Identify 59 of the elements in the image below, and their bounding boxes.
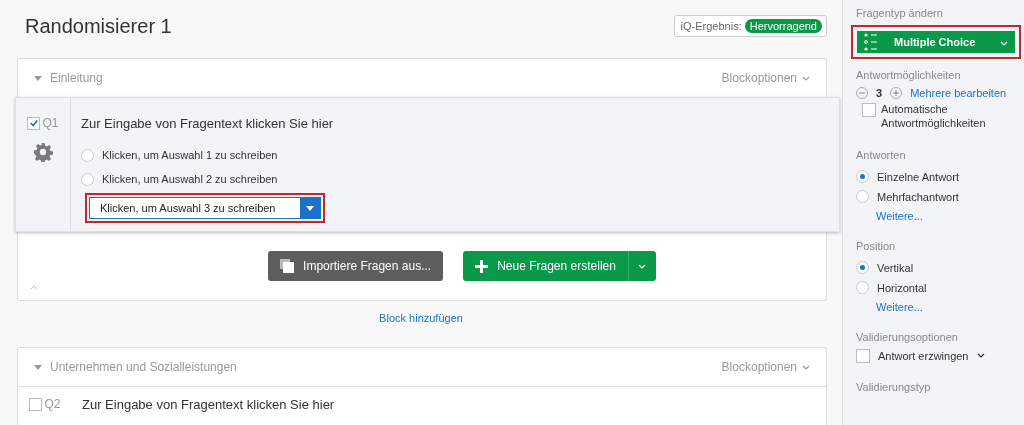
checkbox[interactable] — [856, 348, 870, 363]
section-heading: Position — [856, 239, 897, 252]
question-panel[interactable]: Q2 Zur Eingabe von Fragentext klicken Sie hier — [18, 386, 826, 425]
question-type-dropdown[interactable]: Multiple Choice — [857, 31, 1015, 53]
radio-button[interactable] — [856, 281, 869, 294]
collapse-triangle-icon[interactable] — [34, 75, 42, 81]
choice-count: 3 — [876, 87, 883, 99]
radio-button[interactable] — [856, 261, 869, 274]
section-heading: Antwortmöglichkeiten — [856, 69, 962, 81]
radio-button[interactable] — [856, 170, 869, 183]
plus-icon[interactable] — [890, 87, 903, 99]
radio-button[interactable] — [81, 172, 94, 186]
question-text[interactable]: Zur Eingabe von Fragentext klicken Sie hier — [82, 397, 335, 412]
plus-icon — [475, 259, 489, 273]
checkbox[interactable] — [862, 103, 876, 117]
score-badge: Hervorragend — [744, 19, 822, 33]
option-label[interactable]: Vertikal — [877, 261, 914, 274]
iq-score-box[interactable]: iQ-Ergebnis: Hervorragend — [673, 15, 827, 37]
more-link[interactable]: Weitere... — [876, 209, 923, 222]
caret-icon — [976, 353, 985, 358]
radio-button[interactable] — [81, 148, 94, 162]
option-label[interactable]: Horizontal — [877, 281, 927, 294]
option-label[interactable]: Einzelne Antwort — [877, 170, 959, 183]
section-heading: Validierungstyp — [856, 380, 932, 393]
section-heading: Antworten — [856, 148, 907, 161]
choice-label[interactable]: Klicken, um Auswahl 2 zu schreiben — [102, 173, 278, 185]
iq-score-label: iQ-Ergebnis: — [680, 20, 742, 32]
force-response-dropdown[interactable]: Antwort erzwingen — [878, 349, 969, 362]
caret-icon — [306, 205, 314, 211]
caret-icon — [802, 75, 810, 81]
choice-label[interactable]: Klicken, um Auswahl 1 zu schreiben — [102, 149, 278, 161]
choice-dropdown-button[interactable] — [300, 198, 320, 218]
choice-edit-field[interactable]: Klicken, um Auswahl 3 zu schreiben — [89, 197, 321, 219]
question-text[interactable]: Zur Eingabe von Fragentext klicken Sie hier — [81, 116, 334, 131]
checkbox[interactable] — [29, 397, 43, 411]
edit-multiple-link[interactable]: Mehrere bearbeiten — [910, 87, 1007, 99]
question-number: Q2 — [44, 397, 61, 411]
caret-icon — [802, 364, 810, 370]
question-panel[interactable]: Q1 Zur Eingabe von Fragentext klicken Sie hier Klicken, um Auswahl 1 zu schreiben Klicken, um Auswahl 2 zu schreiben Klicken, um Auswahl 3 zu schreiben — [15, 97, 840, 232]
caret-icon — [1000, 41, 1008, 46]
section-heading: Fragentyp ändern — [856, 7, 944, 19]
minus-icon[interactable] — [856, 87, 868, 99]
dropdown-button[interactable] — [627, 251, 656, 281]
question-number: Q1 — [42, 116, 59, 130]
checkbox-label[interactable]: Automatische Antwortmöglichkeiten — [881, 103, 1024, 131]
checkbox[interactable] — [27, 116, 41, 130]
more-link[interactable]: Weitere... — [876, 300, 923, 313]
section-heading: Validierungsoptionen — [856, 330, 959, 343]
settings-icon[interactable] — [33, 142, 53, 162]
collapse-icon[interactable] — [30, 285, 38, 290]
add-block-link[interactable]: Block hinzufügen — [379, 312, 463, 324]
option-label[interactable]: Mehrfachantwort — [877, 190, 959, 203]
new-questions-button[interactable]: Neue Fragen erstellen — [463, 251, 628, 281]
import-questions-button[interactable]: Importiere Fragen aus... — [268, 251, 444, 281]
collapse-triangle-icon[interactable] — [34, 364, 42, 370]
copy-icon — [280, 259, 295, 273]
caret-icon — [638, 263, 647, 269]
page-title: Randomisierer 1 — [25, 14, 172, 38]
radio-button[interactable] — [856, 190, 869, 203]
